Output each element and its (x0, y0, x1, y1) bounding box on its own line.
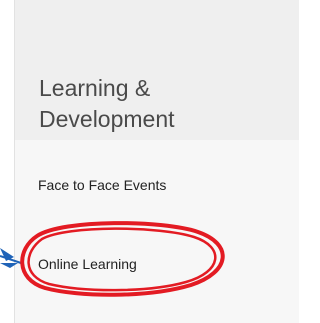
learning-development-section-header[interactable]: Learning & Development (14, 0, 299, 156)
menu-item-online-learning[interactable]: Online Learning (38, 255, 137, 273)
screenshot-canvas: Learning & Development Face to Face Even… (0, 0, 299, 323)
left-page-gap (0, 0, 14, 323)
section-menu-list: Face to Face Events Online Learning (14, 140, 299, 323)
section-title-text: Learning & Development (39, 75, 175, 132)
menu-item-face-to-face-events[interactable]: Face to Face Events (38, 176, 166, 194)
